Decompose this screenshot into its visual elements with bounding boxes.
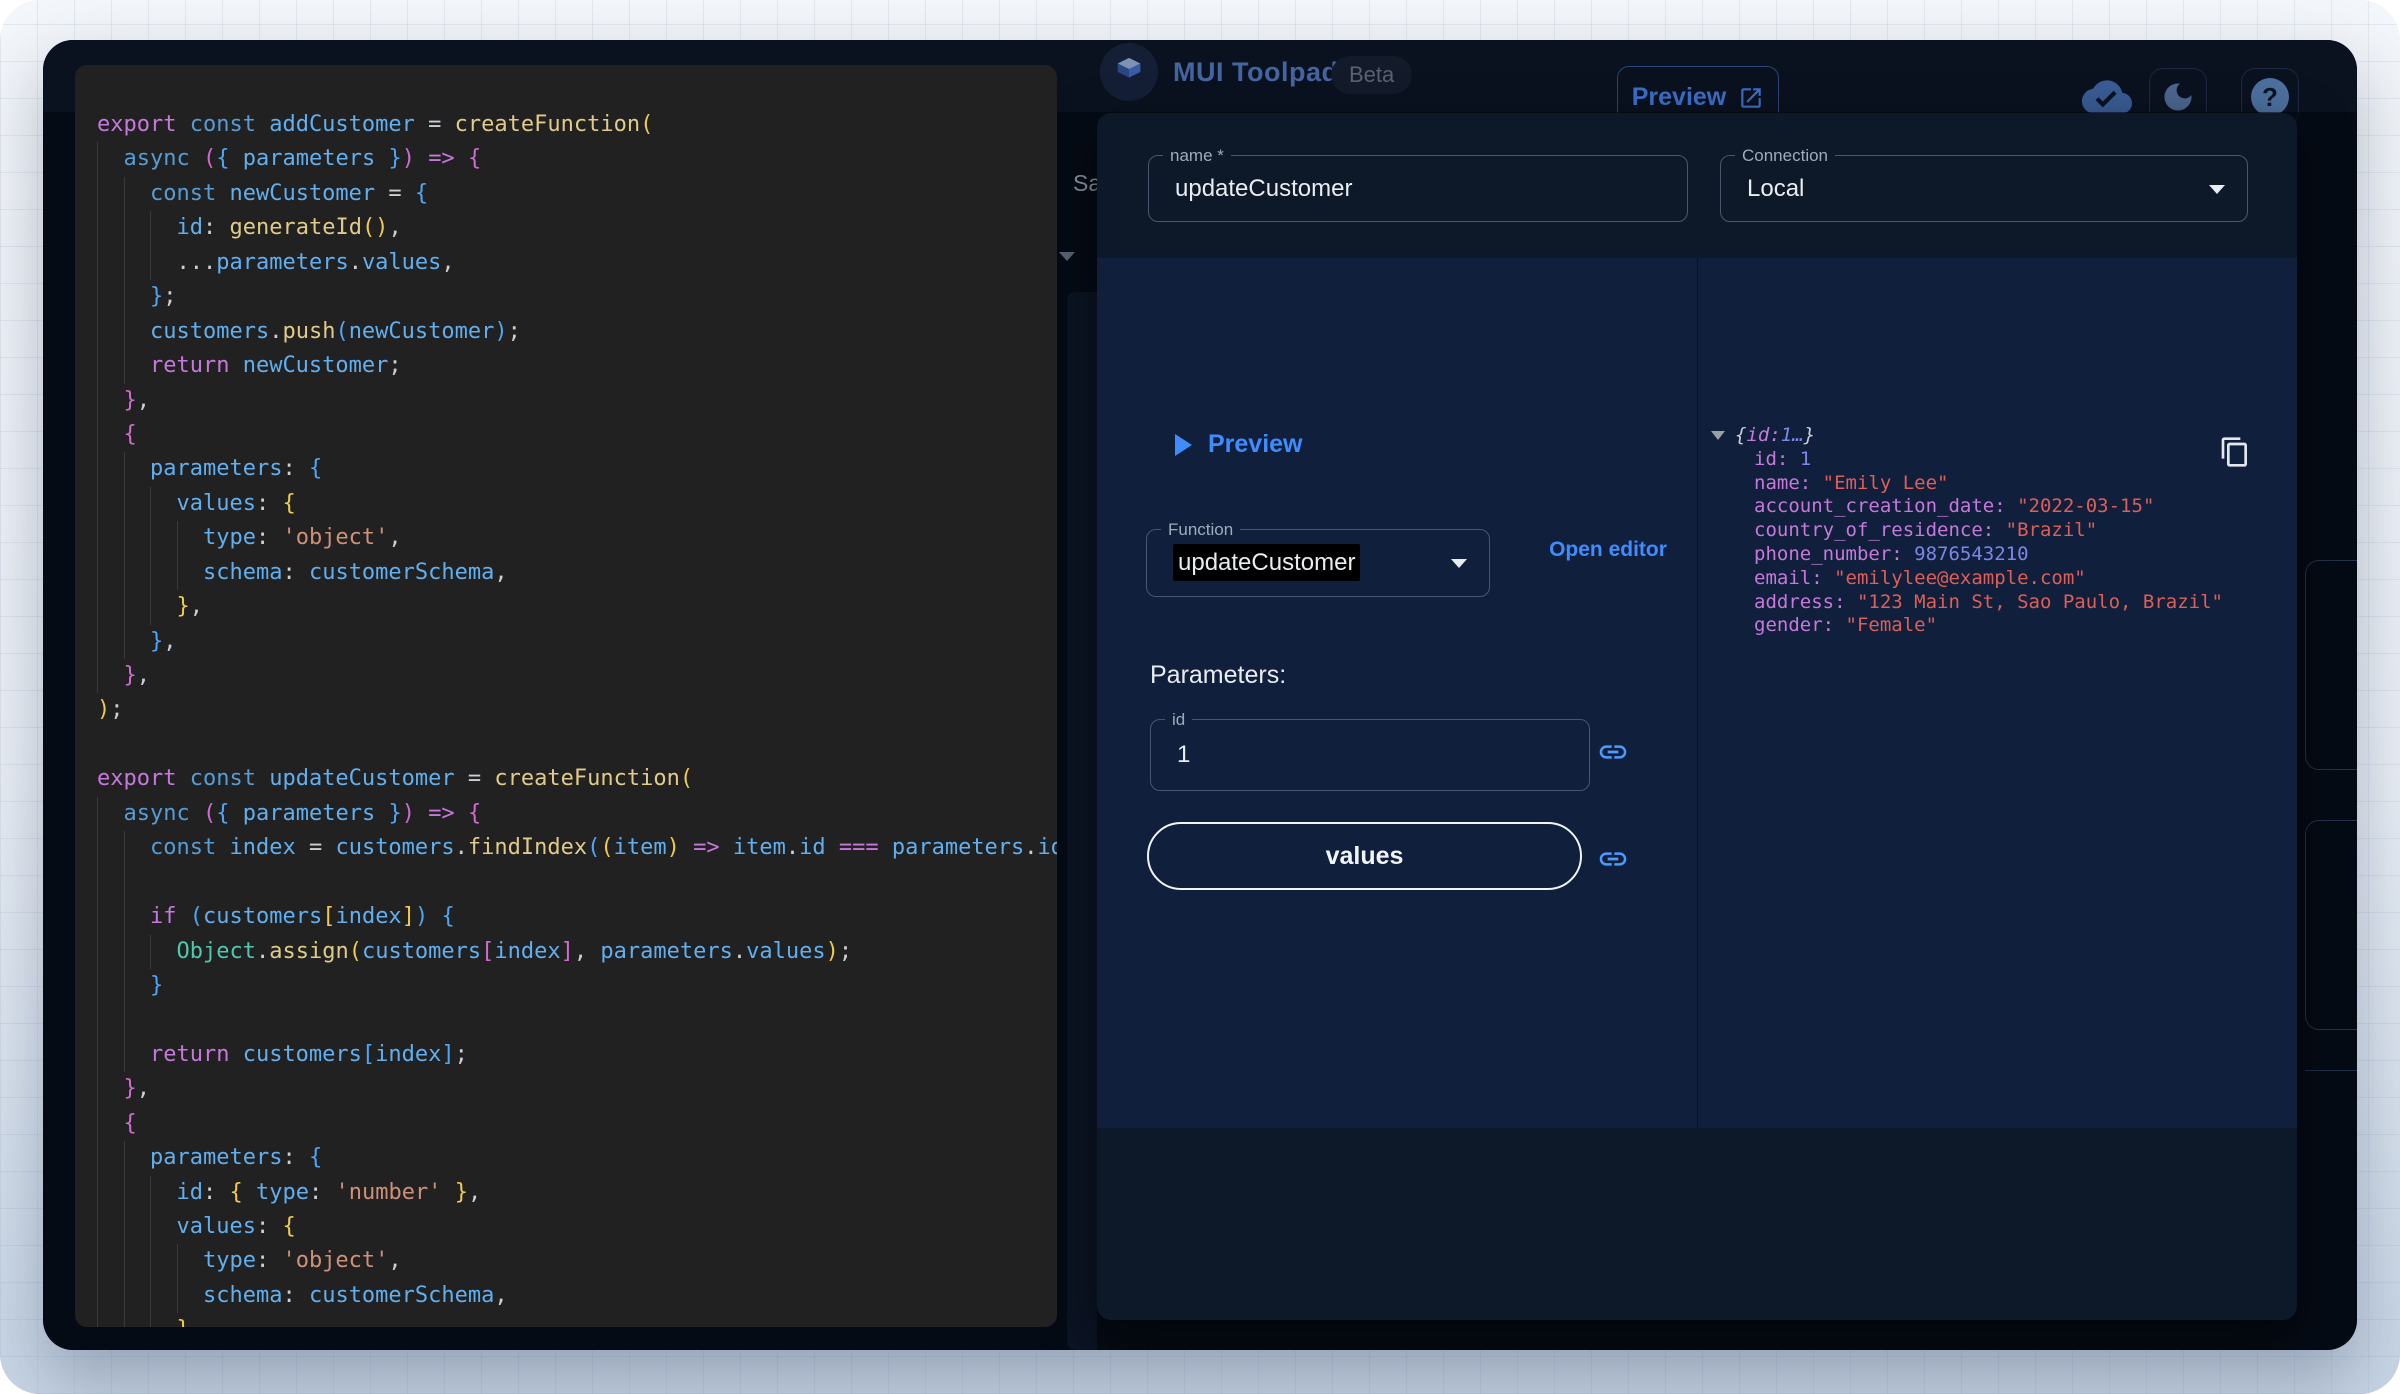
code-line: }, <box>97 383 1057 418</box>
parameter-id-label: id <box>1165 710 1193 730</box>
dropdown-arrow-icon <box>2209 184 2225 194</box>
result-root-brace: } <box>1803 424 1816 446</box>
beta-badge: Beta <box>1331 56 1413 94</box>
code-lines: export const addCustomer = createFunctio… <box>97 108 1057 1327</box>
connection-select-value: Local <box>1747 174 1805 202</box>
code-line: { <box>97 1106 1057 1142</box>
copy-result-button[interactable] <box>2219 436 2251 468</box>
link-icon <box>1599 852 1627 866</box>
connection-select[interactable]: Connection Local <box>1720 146 2248 222</box>
function-select-label: Function <box>1161 520 1241 540</box>
preview-accordion-toggle[interactable]: Preview <box>1175 430 1303 459</box>
name-field[interactable]: name * updateCustomer <box>1148 146 1688 222</box>
code-line: async ({ parameters }) => { <box>97 142 1057 177</box>
app-title: MUI Toolpad <box>1173 57 1339 87</box>
code-line: values: { <box>97 486 1057 522</box>
code-line: export const addCustomer = createFunctio… <box>97 112 654 137</box>
chevron-down-icon <box>1059 252 1075 261</box>
code-editor[interactable]: export const addCustomer = createFunctio… <box>75 65 1057 1327</box>
dialog-header-section: name * updateCustomer Connection Local <box>1097 113 2297 258</box>
code-line <box>97 1003 1057 1038</box>
code-line: id: { type: 'number' }, <box>97 1175 1057 1210</box>
result-root-row[interactable]: {id: 1…} <box>1705 424 2287 448</box>
function-select[interactable]: Function updateCustomer <box>1146 520 1490 597</box>
code-line: }; <box>97 280 1057 315</box>
code-line: { <box>97 417 1057 453</box>
result-entry: id: 1 <box>1754 447 1812 470</box>
copy-icon <box>2221 437 2247 467</box>
code-line: type: 'object', <box>97 521 1057 556</box>
background-card-outline <box>2305 560 2357 770</box>
open-editor-link[interactable]: Open editor <box>1549 535 1667 564</box>
name-field-value: updateCustomer <box>1175 174 1353 202</box>
code-line: ); <box>97 697 124 723</box>
result-entry: email: "emilylee@example.com" <box>1754 566 2086 589</box>
parameter-id-field[interactable]: id 1 <box>1150 710 1590 791</box>
code-line: values: { <box>97 1210 1057 1245</box>
code-line: return customers[index]; <box>97 1037 1057 1073</box>
result-json-viewer: {id: 1…} id: 1 name: "Emily Lee" account_c… <box>1705 424 2287 638</box>
dropdown-arrow-icon <box>1451 559 1467 568</box>
link-icon <box>1599 745 1627 759</box>
code-line: }, <box>97 1072 1057 1107</box>
code-line: parameters: { <box>97 1141 1057 1176</box>
result-entry: name: "Emily Lee" <box>1754 471 1949 494</box>
page-background: MUI Toolpad Beta Preview ? Sa name * upd… <box>0 0 2400 1394</box>
result-root-value: 1… <box>1780 424 1804 446</box>
play-arrow-icon <box>1175 433 1192 456</box>
bind-id-button[interactable] <box>1597 736 1629 768</box>
preview-toggle-label: Preview <box>1208 430 1303 458</box>
panel-divider <box>1697 258 1698 1128</box>
code-line: }, <box>97 590 1057 625</box>
code-line: }, <box>97 624 1057 659</box>
result-root-key: id: <box>1746 424 1781 446</box>
result-entry: country_of_residence: "Brazil" <box>1754 519 2098 542</box>
code-line: parameters: { <box>97 452 1057 487</box>
parameter-id-value: 1 <box>1177 741 1191 768</box>
code-line: }, <box>97 1313 1057 1327</box>
toolpad-window: MUI Toolpad Beta Preview ? Sa name * upd… <box>43 40 2357 1350</box>
code-line: async ({ parameters }) => { <box>97 796 1057 832</box>
code-line: }, <box>97 659 1057 694</box>
background-card-outline <box>2305 820 2357 1030</box>
open-in-new-icon <box>1741 88 1761 108</box>
preview-app-label: Preview <box>1631 83 1727 111</box>
code-line: return newCustomer; <box>97 349 1057 384</box>
code-line: const index = customers.findIndex((item)… <box>97 831 1057 866</box>
code-line: id: generateId(), <box>97 211 1057 246</box>
code-line: export const updateCustomer = createFunc… <box>97 766 694 792</box>
code-line: ...parameters.values, <box>97 245 1057 281</box>
code-line: customers.push(newCustomer); <box>97 314 1057 350</box>
dialog-footer-section: mode Only fetch on manual action Enabled… <box>1097 1128 2297 1320</box>
parameters-heading: Parameters: <box>1150 661 1287 689</box>
toolpad-logo <box>1100 43 1158 101</box>
code-line: } <box>97 968 1057 1004</box>
dialog-body-section: Preview Function updateCustomer Open edi… <box>1097 258 2297 1128</box>
result-root-brace: { <box>1735 424 1747 446</box>
bind-values-button[interactable] <box>1597 843 1629 875</box>
code-line: schema: customerSchema, <box>97 555 1057 591</box>
help-icon: ? <box>2251 78 2289 116</box>
query-editor-dialog: name * updateCustomer Connection Local P… <box>1097 113 2297 1320</box>
result-entry: account_creation_date: "2022-03-15" <box>1754 495 2155 518</box>
result-entry: gender: "Female" <box>1754 614 1938 637</box>
background-divider <box>2305 1070 2357 1071</box>
code-line: schema: customerSchema, <box>97 1278 1057 1314</box>
result-entry: phone_number: 9876543210 <box>1754 542 2029 565</box>
code-line: Object.assign(customers[index], paramete… <box>97 934 1057 969</box>
code-line: type: 'object', <box>97 1244 1057 1279</box>
code-line <box>97 865 1057 901</box>
expand-arrow-icon <box>1711 431 1725 441</box>
result-entries: id: 1 name: "Emily Lee" account_creation_d… <box>1754 448 2287 638</box>
function-select-value: updateCustomer <box>1173 544 1361 581</box>
moon-icon <box>2164 83 2192 111</box>
parameter-values-button[interactable]: values <box>1147 822 1582 890</box>
code-line: const newCustomer = { <box>97 176 1057 212</box>
background-panel-edge <box>1067 292 1097 1350</box>
name-field-label: name * <box>1163 146 1231 166</box>
code-line: if (customers[index]) { <box>97 900 1057 935</box>
result-entry: address: "123 Main St, Sao Paulo, Brazil… <box>1754 590 2223 613</box>
connection-select-label: Connection <box>1735 146 1836 166</box>
